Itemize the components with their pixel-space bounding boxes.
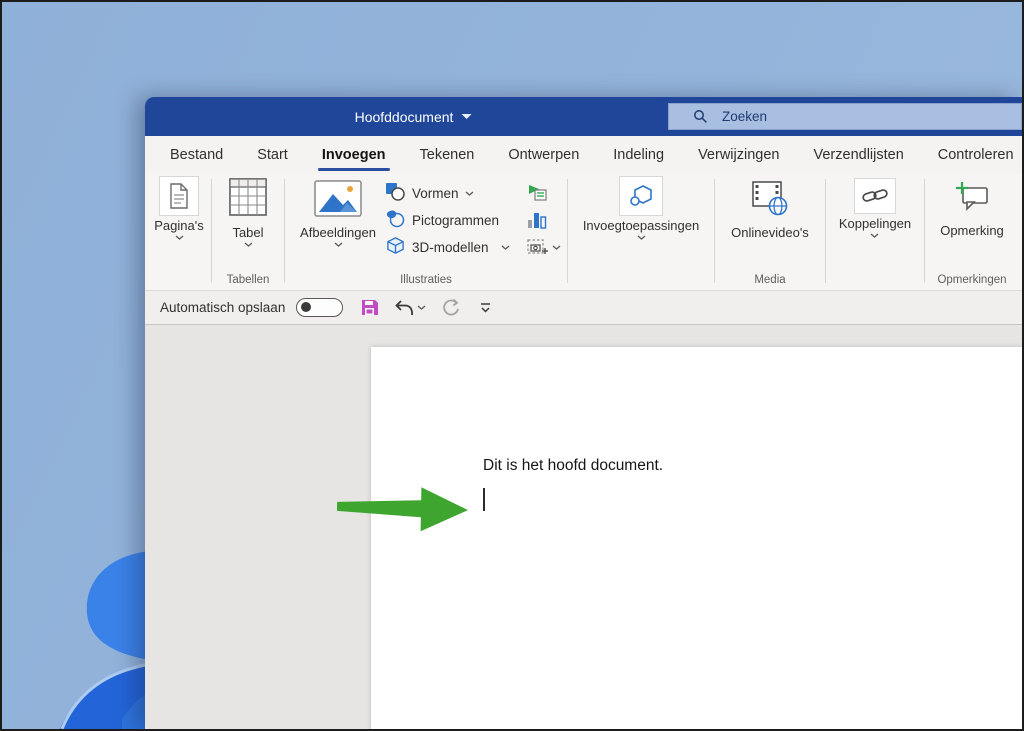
pointer-arrow bbox=[336, 487, 468, 532]
tab-start[interactable]: Start bbox=[240, 136, 305, 174]
ribbon-group-illustrations: Afbeeldingen Vormen Pictogrammen 3D-mode… bbox=[285, 174, 567, 290]
chevron-down-icon[interactable] bbox=[465, 191, 474, 196]
icons-button[interactable]: Pictogrammen bbox=[385, 209, 517, 231]
picture-icon bbox=[314, 180, 362, 223]
redo-button[interactable] bbox=[441, 298, 461, 317]
search-input[interactable]: Zoeken bbox=[668, 103, 1022, 130]
online-video-button[interactable]: Onlinevideo's bbox=[731, 180, 809, 240]
new-comment-button[interactable]: Opmerking bbox=[940, 180, 1004, 238]
chart-button[interactable] bbox=[527, 209, 561, 231]
table-button[interactable]: Tabel bbox=[227, 176, 269, 247]
group-label-media: Media bbox=[754, 273, 786, 286]
search-placeholder: Zoeken bbox=[722, 109, 768, 124]
customize-toolbar-button[interactable] bbox=[478, 301, 493, 314]
document-page[interactable]: Dit is het hoofd document. bbox=[371, 347, 1022, 729]
table-icon bbox=[227, 176, 269, 223]
tab-invoegen[interactable]: Invoegen bbox=[305, 136, 403, 174]
document-text: Dit is het hoofd document. bbox=[483, 457, 664, 474]
shapes-button[interactable]: Vormen bbox=[385, 182, 517, 204]
overflow-icon bbox=[481, 303, 491, 313]
tab-tekenen[interactable]: Tekenen bbox=[403, 136, 492, 174]
autosave-toggle[interactable] bbox=[296, 298, 344, 317]
tab-verzendlijsten[interactable]: Verzendlijsten bbox=[796, 136, 920, 174]
save-icon bbox=[362, 300, 379, 315]
chart-icon bbox=[528, 213, 547, 229]
tab-indeling[interactable]: Indeling bbox=[596, 136, 681, 174]
document-title-menu[interactable]: Hoofddocument bbox=[355, 97, 472, 136]
screenshot-button[interactable] bbox=[527, 236, 561, 258]
illustrations-mini-column bbox=[527, 176, 561, 258]
tab-controleren[interactable]: Controleren bbox=[921, 136, 1022, 174]
ribbon-tab-bar: Bestand Start Invoegen Tekenen Ontwerpen… bbox=[145, 136, 1022, 174]
search-icon bbox=[693, 109, 708, 124]
document-canvas: Dit is het hoofd document. bbox=[145, 325, 1022, 729]
group-label-tables: Tabellen bbox=[226, 273, 270, 286]
addins-icon bbox=[619, 176, 663, 216]
ribbon-group-comments: Opmerking Opmerkingen bbox=[925, 174, 1019, 290]
toggle-knob bbox=[301, 302, 312, 312]
title-bar: Hoofddocument Zoeken bbox=[145, 97, 1022, 136]
ribbon-group-pages: Pagina's bbox=[147, 174, 211, 290]
group-label-illustrations: Illustraties bbox=[400, 273, 452, 286]
ribbon-group-addins: Invoegtoepassingen bbox=[568, 174, 714, 290]
tab-verwijzingen[interactable]: Verwijzingen bbox=[681, 136, 796, 174]
ribbon-group-media: Onlinevideo's Media bbox=[715, 174, 825, 290]
undo-icon bbox=[395, 299, 414, 315]
undo-button[interactable] bbox=[394, 299, 426, 317]
ribbon-group-tables: Tabel Tabellen bbox=[212, 174, 284, 290]
smartart-icon bbox=[529, 185, 547, 201]
illustrations-stack: Vormen Pictogrammen 3D-modellen bbox=[385, 176, 517, 258]
chevron-down-icon bbox=[175, 235, 183, 240]
redo-icon bbox=[443, 298, 460, 316]
desktop: Hoofddocument Zoeken Bestand Start Invoe… bbox=[0, 0, 1024, 731]
ribbon-group-links: Koppelingen bbox=[826, 174, 924, 290]
page-icon bbox=[159, 176, 199, 216]
text-cursor bbox=[483, 488, 485, 511]
chevron-down-icon bbox=[334, 242, 342, 247]
link-icon bbox=[853, 178, 896, 214]
chevron-down-icon[interactable] bbox=[501, 245, 510, 250]
screenshot-icon bbox=[527, 239, 548, 254]
addins-button[interactable]: Invoegtoepassingen bbox=[583, 176, 699, 240]
document-title: Hoofddocument bbox=[354, 108, 454, 125]
chevron-down-icon bbox=[461, 114, 472, 119]
chevron-down-icon bbox=[871, 233, 879, 238]
save-button[interactable] bbox=[360, 298, 379, 317]
models-3d-button[interactable]: 3D-modellen bbox=[385, 236, 517, 258]
online-video-icon bbox=[750, 180, 790, 223]
shapes-icon bbox=[385, 182, 406, 204]
chevron-down-icon[interactable] bbox=[552, 245, 561, 250]
chevron-down-icon bbox=[244, 242, 252, 247]
ribbon: Pagina's Tabel Tabellen Afbeeldingen Vor… bbox=[145, 174, 1022, 291]
pictograms-icon bbox=[385, 209, 406, 231]
links-button[interactable]: Koppelingen bbox=[839, 178, 911, 238]
pictures-button[interactable]: Afbeeldingen bbox=[291, 176, 385, 247]
pages-button[interactable]: Pagina's bbox=[154, 176, 204, 240]
group-label-comments: Opmerkingen bbox=[937, 273, 1007, 286]
quick-access-toolbar: Automatisch opslaan bbox=[145, 291, 1022, 325]
word-window: Hoofddocument Zoeken Bestand Start Invoe… bbox=[145, 97, 1022, 729]
chevron-down-icon[interactable] bbox=[417, 305, 426, 310]
autosave-label: Automatisch opslaan bbox=[160, 300, 286, 315]
cube-3d-icon bbox=[385, 236, 406, 258]
tab-ontwerpen[interactable]: Ontwerpen bbox=[491, 136, 596, 174]
smartart-button[interactable] bbox=[527, 182, 561, 204]
comment-icon bbox=[954, 180, 990, 221]
tab-bestand[interactable]: Bestand bbox=[153, 136, 240, 174]
chevron-down-icon bbox=[637, 235, 645, 240]
